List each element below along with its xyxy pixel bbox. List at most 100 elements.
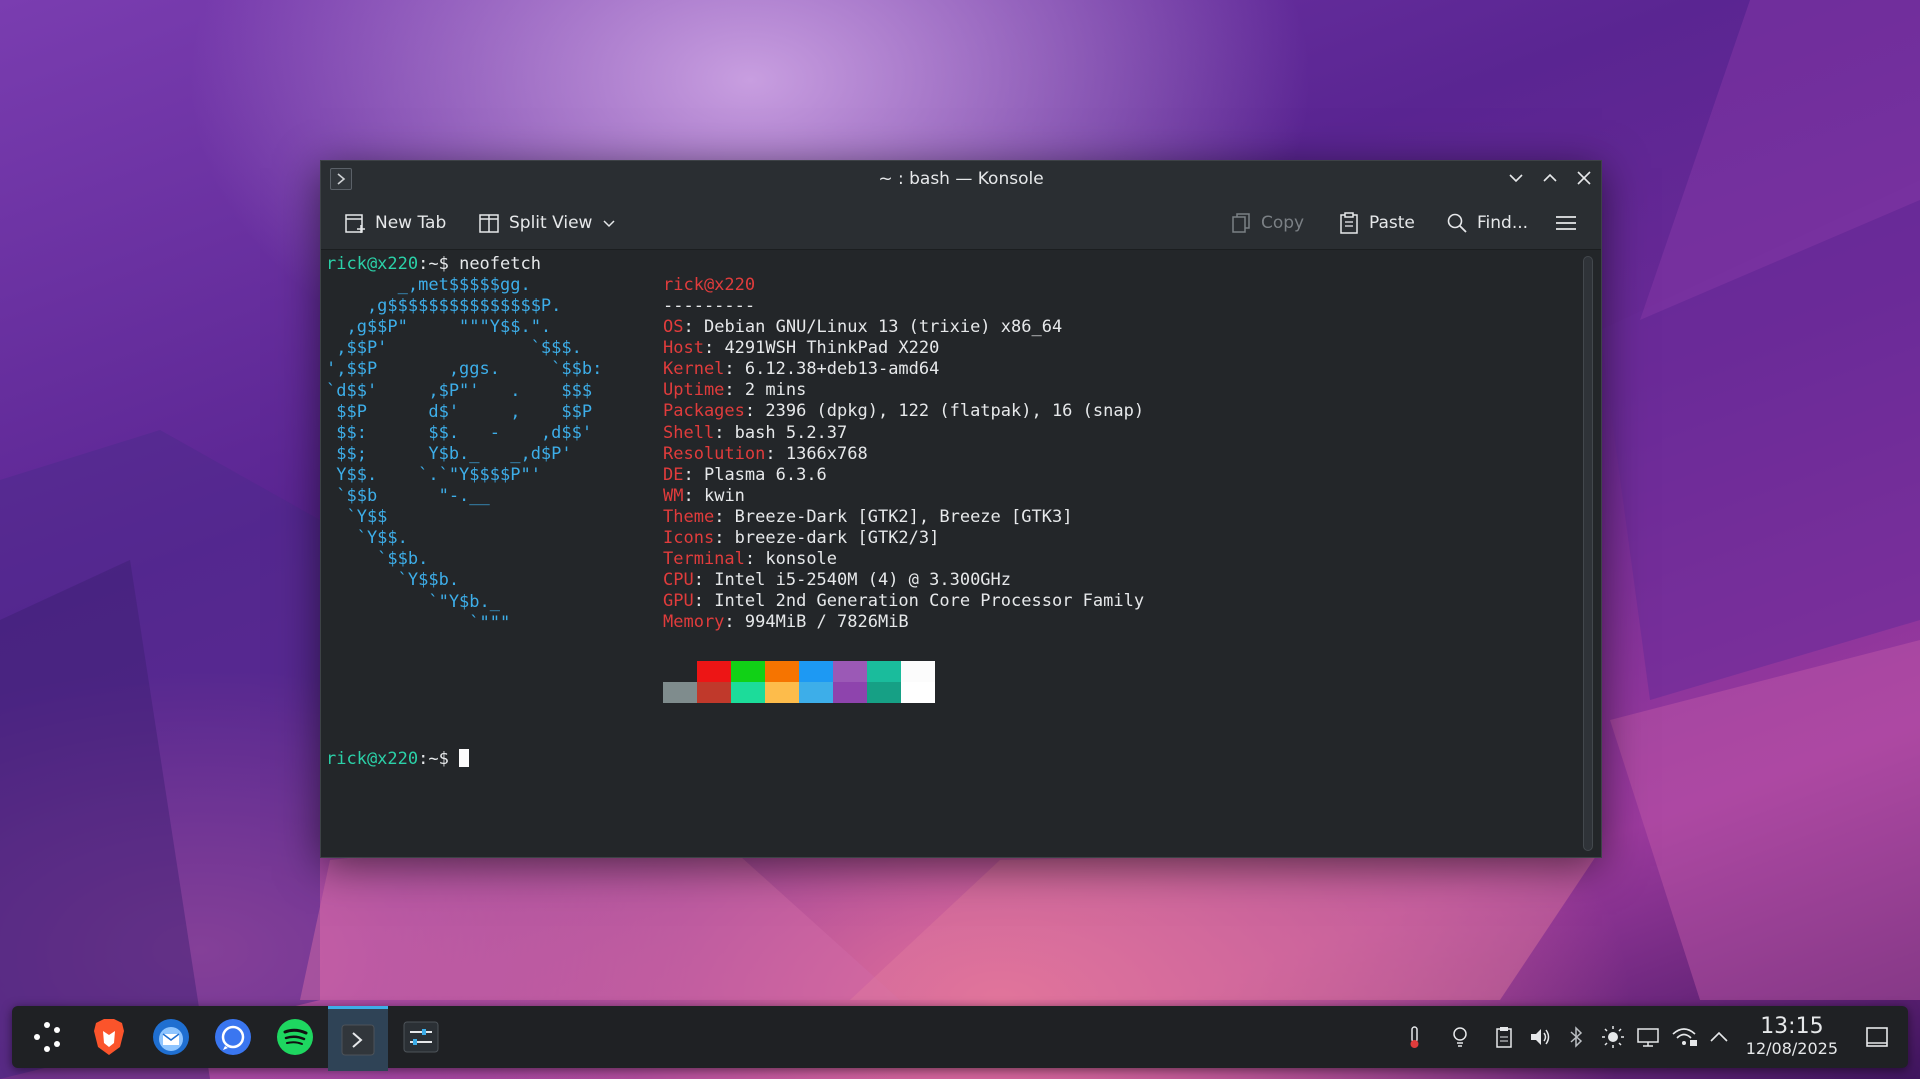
info-key: Theme [663,506,715,527]
info-value: Breeze-Dark [GTK2], Breeze [GTK3] [734,506,1073,527]
lightbulb-icon[interactable] [1447,1024,1473,1050]
search-icon [1447,213,1467,233]
palette-swatch [901,682,935,703]
info-key: Shell [663,422,715,443]
logo-line: $$: $$. - ,d$$' [326,422,593,443]
clipboard-icon[interactable] [1491,1024,1517,1050]
prompt-user-2: rick@x220 [326,749,419,769]
info-colon: : [714,528,735,548]
split-view-label: Split View [509,213,593,233]
palette-swatch [765,661,799,682]
signal-icon[interactable] [208,1012,258,1062]
close-icon[interactable] [1573,167,1595,189]
info-colon: : [744,549,766,570]
split-view-button[interactable]: Split View [477,209,618,237]
hamburger-menu-button[interactable] [1553,209,1579,237]
info-colon: : [714,506,735,527]
info-key: OS [663,317,684,337]
thunderbird-icon[interactable] [146,1012,196,1062]
command-text: neofetch [459,254,541,274]
find-button[interactable]: Find... [1445,209,1528,237]
palette-swatch [697,682,731,703]
logo-line: Y$$. `.`"Y$$$$P"' [326,464,541,485]
info-value: 2 mins [744,380,807,401]
terminal-scrollbar[interactable] [1583,256,1593,851]
info-colon: : [693,570,715,591]
info-colon: : [724,612,745,633]
command-line: rick@x220:~$ neofetch [326,254,541,275]
info-value: 4291WSH ThinkPad X220 [724,338,940,359]
info-value: 994MiB / 7826MiB [744,612,909,633]
konsole-window[interactable]: ~ : bash — Konsole New Tab Split View Co… [320,160,1602,858]
info-value: breeze-dark [GTK2/3] [734,528,940,548]
copy-button[interactable]: Copy [1229,209,1304,237]
logo-line: ,$$P' `$$$. [326,338,582,359]
info-key: DE [663,464,684,485]
info-key: CPU [663,570,694,591]
info-key: Memory [663,612,725,633]
volume-icon[interactable] [1527,1024,1553,1050]
info-colon: : [714,422,735,443]
logo-line: `d$$' ,$P"' . $$$ [326,380,593,401]
window-title: ~ : bash — Konsole [878,169,1044,189]
chevron-up-icon[interactable] [1706,1024,1732,1050]
text-cursor [459,749,470,767]
spotify-icon[interactable] [270,1012,320,1062]
brightness-icon[interactable] [1600,1024,1626,1050]
paste-label: Paste [1369,213,1415,233]
palette-swatch [799,661,833,682]
find-label: Find... [1477,213,1529,233]
split-view-icon [479,214,499,233]
info-key: Kernel [663,359,725,380]
clock[interactable]: 13:15 12/08/2025 [1746,1015,1838,1059]
info-row: Icons: breeze-dark [GTK2/3] [663,528,939,549]
title-bar[interactable]: ~ : bash — Konsole [321,161,1601,197]
new-tab-button[interactable]: New Tab [343,209,446,237]
launcher-icon[interactable] [22,1012,72,1062]
minimize-icon[interactable] [1505,167,1527,189]
show-desktop-icon[interactable] [1864,1024,1890,1050]
system-settings-icon[interactable] [396,1012,446,1062]
info-row: Packages: 2396 (dpkg), 122 (flatpak), 16… [663,401,1144,422]
palette-swatch [663,661,697,682]
brave-icon[interactable] [84,1012,134,1062]
new-tab-icon [345,214,365,233]
bluetooth-icon[interactable] [1563,1024,1589,1050]
wifi-icon[interactable] [1671,1024,1697,1050]
logo-line: `"Y$b._ [326,591,500,612]
info-row: GPU: Intel 2nd Generation Core Processor… [663,591,1144,612]
info-colon: : [683,464,704,485]
logo-line: `$$b. [326,549,429,570]
logo-line: `""" [326,612,511,633]
info-row: Memory: 994MiB / 7826MiB [663,612,909,633]
info-row: Uptime: 2 mins [663,380,806,401]
chevron-down-icon[interactable] [600,214,618,232]
palette-swatch [731,682,765,703]
info-value: Intel i5-2540M (4) @ 3.300GHz [714,570,1012,591]
palette-swatch [867,682,901,703]
info-key: Resolution [663,443,766,464]
logo-line: `Y$$. [326,528,408,549]
info-value: Debian GNU/Linux 13 (trixie) x86_64 [703,317,1063,337]
logo-line: `$$b "-.__ [326,486,490,506]
temperature-icon[interactable] [1402,1024,1428,1050]
logo-line: $$; Y$b._ _,d$P' [326,443,572,464]
logo-line: ',$$P ,ggs. `$$b: [326,359,603,380]
terminal-area[interactable]: rick@x220:~$ neofetch _,met$$$$$gg. ,g$$… [321,250,1601,857]
prompt-user: rick@x220 [326,254,419,274]
info-row: WM: kwin [663,486,745,507]
info-row: Resolution: 1366x768 [663,444,868,465]
info-colon: : [765,443,786,464]
info-colon: : [724,380,745,401]
palette-swatch [663,682,697,703]
info-key: Terminal [663,549,745,570]
palette-swatch [833,661,867,682]
info-colon: : [703,338,725,359]
konsole-icon[interactable] [328,1006,388,1071]
info-key: Uptime [663,380,725,401]
paste-button[interactable]: Paste [1337,209,1415,237]
display-icon[interactable] [1635,1024,1661,1050]
info-colon: : [724,359,745,380]
info-key: GPU [663,591,694,612]
maximize-icon[interactable] [1539,167,1561,189]
